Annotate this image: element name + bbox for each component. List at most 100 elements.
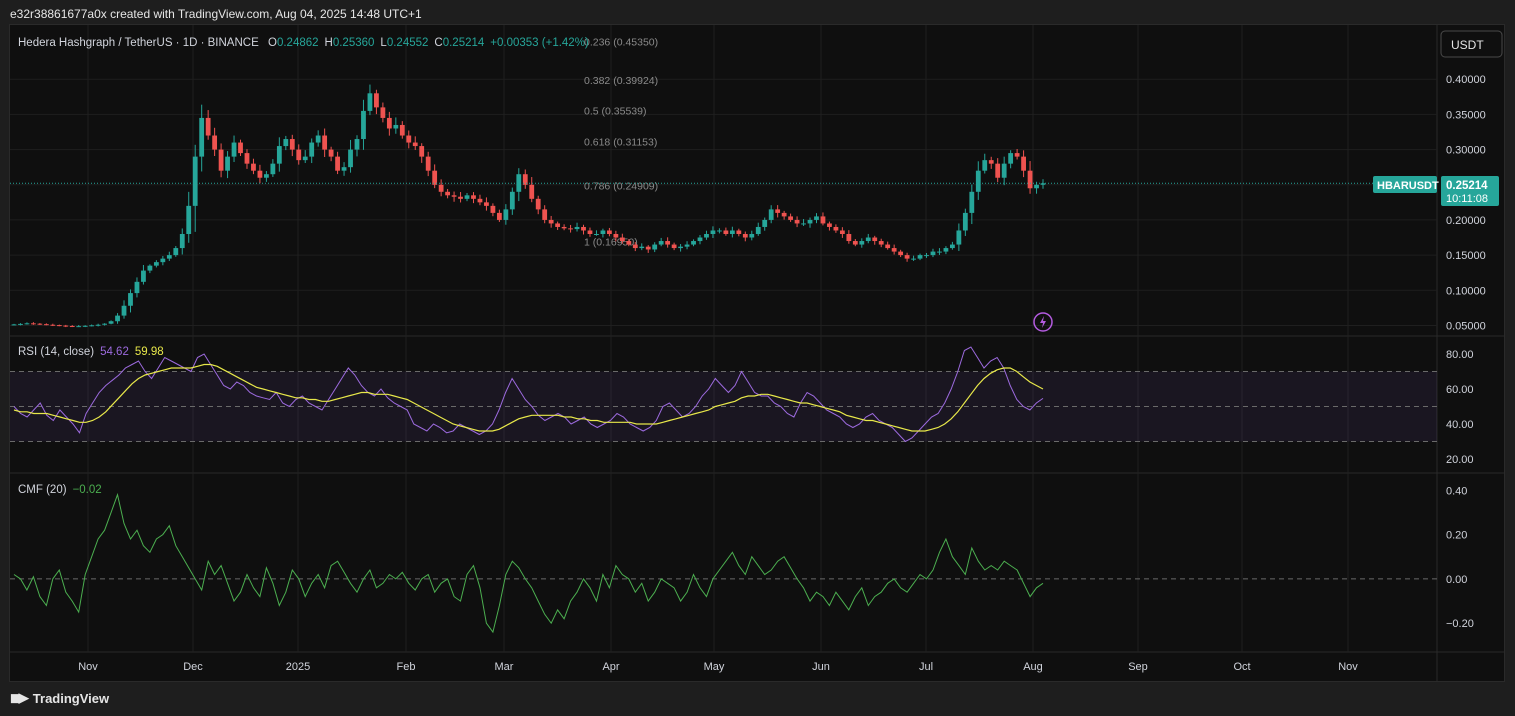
candle-body	[924, 255, 929, 257]
x-tick-label: Jul	[919, 661, 933, 673]
candle-body	[37, 323, 43, 325]
x-tick-label: Feb	[397, 661, 416, 673]
candle-body	[678, 246, 683, 249]
candle-body	[11, 324, 17, 326]
x-tick-label: Dec	[183, 661, 203, 673]
candle-body	[710, 230, 716, 234]
candle-body	[341, 167, 347, 171]
candle-body	[173, 248, 179, 256]
x-tick-label: Oct	[1233, 661, 1250, 673]
candle-body	[24, 323, 30, 325]
cmf-legend-value: −0.02	[73, 484, 102, 496]
symbol-tag-label: HBARUSDT	[1377, 180, 1439, 192]
candle-body	[231, 142, 237, 157]
open-label: O	[268, 37, 277, 49]
candle-body	[238, 142, 243, 154]
high-label: H	[325, 37, 333, 49]
candle-body	[432, 170, 438, 185]
candle-body	[729, 230, 735, 234]
candle-body	[956, 230, 962, 245]
candle-body	[115, 315, 120, 322]
candle-body	[839, 230, 845, 234]
candle-body	[665, 241, 671, 245]
candle-body	[749, 234, 755, 238]
candle-body	[691, 241, 696, 245]
candle-body	[50, 324, 56, 326]
lightning-icon[interactable]	[1033, 312, 1053, 332]
candle-body	[704, 234, 709, 238]
candle-body	[412, 142, 418, 147]
rsi-tick-label: 60.00	[1446, 384, 1474, 396]
tradingview-brand[interactable]: ◼▶ TradingView	[10, 690, 109, 706]
x-tick-label: Aug	[1023, 661, 1043, 673]
rsi-legend: RSI (14, close) 54.62 59.98	[18, 346, 164, 358]
candle-body	[490, 205, 496, 213]
fib-level-label: 0.236 (0.45350)	[584, 37, 658, 49]
rsi-pane	[10, 346, 1437, 443]
candle-body	[801, 223, 806, 225]
open-value: 0.24862	[277, 37, 319, 49]
price-tick-label: 0.05000	[1446, 320, 1486, 332]
candle-body	[658, 241, 664, 245]
change-value: +0.00353 (+1.42%)	[490, 37, 589, 49]
price-tick-label: 0.15000	[1446, 250, 1486, 262]
candle-body	[445, 191, 451, 196]
candle-body	[949, 244, 955, 249]
candle-body	[147, 265, 153, 271]
candle-body	[1014, 153, 1020, 157]
candle-body	[568, 228, 573, 230]
candle-body	[937, 251, 942, 253]
candle-body	[354, 139, 360, 150]
candle-body	[471, 195, 476, 199]
candle-body	[969, 191, 975, 213]
chart-canvas[interactable]: 0.236 (0.45350) 0.382 (0.39924) 0.5 (0.355…	[0, 0, 1515, 716]
candle-body	[962, 212, 968, 231]
x-tick-label: Sep	[1128, 661, 1148, 673]
candle-body	[930, 251, 936, 256]
candle-body	[503, 209, 509, 220]
fib-level-label: 0.786 (0.24909)	[584, 180, 658, 192]
candle-body	[807, 219, 813, 224]
candle-body	[289, 139, 295, 150]
candle-body	[1021, 156, 1026, 171]
candle-body	[626, 241, 632, 245]
candle-body	[794, 219, 800, 224]
candle-body	[814, 216, 819, 220]
candle-body	[386, 117, 392, 129]
currency-button-label: USDT	[1451, 38, 1484, 52]
candle-body	[904, 255, 910, 259]
candle-body	[380, 107, 386, 118]
candle-body	[645, 246, 651, 250]
candle-body	[859, 241, 865, 245]
fib-level-label: 0.5 (0.35539)	[584, 106, 646, 118]
fib-level-label: 0.618 (0.31153)	[584, 136, 657, 148]
candle-body	[367, 93, 373, 111]
candle-body	[108, 321, 114, 324]
rsi-tick-label: 80.00	[1446, 349, 1474, 361]
candle-body	[865, 237, 871, 242]
candle-body	[1001, 163, 1007, 178]
candle-body	[186, 205, 192, 234]
candle-body	[419, 146, 425, 157]
candle-body	[166, 255, 172, 259]
candle-body	[335, 156, 340, 171]
candle-body	[328, 149, 334, 157]
rsi-legend-ma-value: 59.98	[135, 346, 164, 358]
cmf-tick-label: 0.40	[1446, 485, 1467, 497]
price-tick-label: 0.20000	[1446, 215, 1486, 227]
candle-body	[606, 230, 612, 234]
price-tick-label: 0.35000	[1446, 109, 1486, 121]
rsi-tick-label: 40.00	[1446, 419, 1474, 431]
cmf-tick-label: −0.20	[1446, 618, 1474, 630]
x-tick-label: Nov	[78, 661, 98, 673]
candle-body	[548, 219, 554, 224]
candle-body	[846, 234, 852, 242]
candle-body	[632, 244, 638, 249]
candle-body	[833, 226, 839, 231]
candle-body	[975, 170, 981, 192]
candle-body	[128, 293, 133, 306]
candle-body	[218, 149, 224, 171]
candle-body	[723, 230, 729, 234]
candle-body	[788, 216, 794, 220]
grid-lines	[10, 25, 1505, 681]
